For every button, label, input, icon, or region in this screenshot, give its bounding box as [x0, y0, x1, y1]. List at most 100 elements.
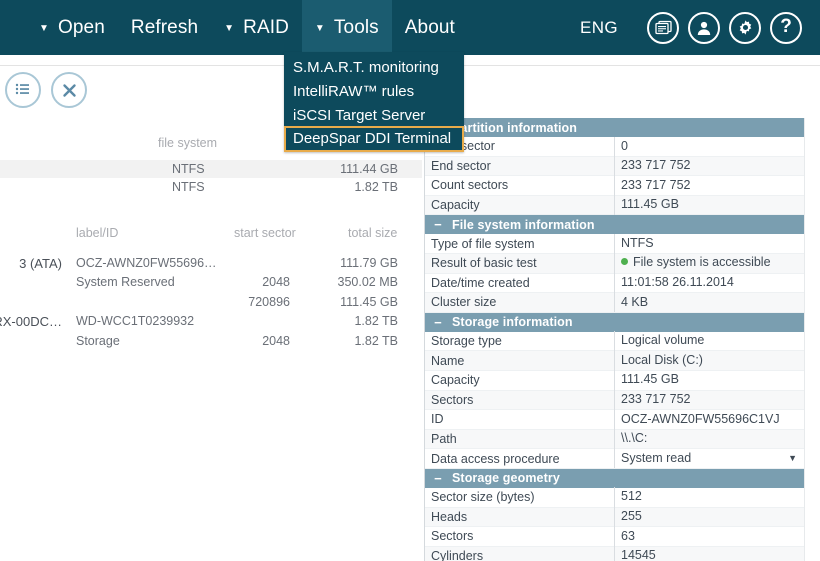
total-size-cell: 1.82 TB [354, 333, 398, 348]
left-lower-table-row[interactable]: 3 (ATA) OCZ-AWNZ0FW55696… 111.79 GB [0, 254, 422, 272]
total-size-cell: 111.79 GB [340, 256, 398, 270]
left-lower-table-row[interactable]: Storage 2048 1.82 TB [0, 332, 422, 350]
label-id-cell: Storage [76, 333, 120, 348]
property-value-cell: Logical volume [614, 331, 805, 351]
section-title: Storage information [452, 315, 573, 330]
user-account-icon[interactable] [688, 11, 720, 44]
property-row[interactable]: Storage type Logical volume [425, 331, 805, 352]
property-value: Local Disk (C:) [621, 352, 703, 367]
property-key: End sector [431, 158, 491, 173]
log-window-icon[interactable] [647, 11, 679, 44]
property-row[interactable]: End sector 233 717 752 [425, 156, 805, 177]
menu-item-refresh[interactable]: Refresh [118, 0, 211, 55]
list-view-button[interactable] [5, 72, 41, 108]
left-lower-column-header: label/ID [76, 226, 119, 240]
menu-spacer [468, 0, 580, 55]
property-row[interactable]: Name Local Disk (C:) [425, 350, 805, 371]
property-value: System read [621, 450, 692, 465]
property-row[interactable]: Sector size (bytes) 512 [425, 487, 805, 508]
property-row[interactable]: Sectors 233 717 752 [425, 390, 805, 411]
tools-menu-item-label: S.M.A.R.T. monitoring [293, 59, 439, 76]
property-row[interactable]: Data access procedure System read ▼ [425, 448, 805, 469]
property-value-cell: File system is accessible [614, 253, 805, 274]
properties-panel: −Partition informationStart sector0End s… [424, 118, 805, 561]
collapse-toggle-icon[interactable]: − [432, 316, 444, 329]
collapse-toggle-icon[interactable]: − [432, 218, 444, 231]
left-lower-table-row[interactable]: ZRX-00DC… WD-WCC1T0239932 1.82 TB [0, 312, 422, 330]
label-id-cell: System Reserved [76, 275, 175, 290]
property-key: Capacity [431, 373, 480, 388]
property-key: Date/time created [431, 275, 530, 290]
property-row[interactable]: Cylinders 14545 [425, 546, 805, 561]
tools-menu-item-1[interactable]: IntelliRAW™ rules [284, 78, 464, 102]
property-row[interactable]: Path \\.\C: [425, 429, 805, 450]
left-lower-table-row[interactable]: System Reserved 2048 350.02 MB [0, 273, 422, 291]
property-row[interactable]: Start sector0 [425, 136, 805, 157]
menu-item-label: RAID [243, 16, 289, 38]
menu-item-open[interactable]: ▼ Open [26, 0, 118, 55]
property-row[interactable]: Count sectors 233 717 752 [425, 175, 805, 196]
chevron-down-icon: ▼ [314, 22, 325, 34]
tools-menu-item-label: IntelliRAW™ rules [293, 83, 415, 100]
property-key: Name [431, 353, 465, 368]
language-selector[interactable]: ENG [580, 18, 618, 38]
property-row[interactable]: Heads 255 [425, 507, 805, 528]
device-name-cell: ZRX-00DC… [0, 314, 62, 330]
property-value: OCZ-AWNZ0FW55696C1VJ [621, 411, 780, 426]
left-lower-table-row[interactable]: 720896 111.45 GB [0, 293, 422, 311]
section-header-storage-information[interactable]: − Storage information [425, 312, 805, 332]
menu-item-tools[interactable]: ▼ Tools [301, 0, 392, 55]
total-size-cell: 1.82 TB [354, 314, 398, 329]
property-row[interactable]: Cluster size 4 KB [425, 292, 805, 313]
property-value: 512 [621, 489, 642, 504]
property-row[interactable]: Capacity 111.45 GB [425, 370, 805, 391]
chevron-down-icon: ▼ [224, 22, 235, 34]
chevron-down-icon[interactable]: ▼ [788, 449, 797, 469]
tools-menu-item-0[interactable]: S.M.A.R.T. monitoring [284, 54, 464, 78]
start-sector-cell: 2048 [262, 275, 290, 290]
tools-menu-item-3[interactable]: DeepSpar DDI Terminal [284, 126, 464, 152]
property-value-cell[interactable]: System read ▼ [614, 448, 805, 469]
section-title: File system information [452, 217, 595, 232]
property-value-cell: 233 717 752 [614, 156, 805, 176]
property-value-cell: Local Disk (C:) [614, 350, 805, 371]
property-value: File system is accessible [633, 255, 771, 270]
total-size-cell: 350.02 MB [337, 275, 398, 290]
property-key: Result of basic test [431, 256, 537, 271]
property-value: 11:01:58 26.11.2014 [621, 275, 734, 290]
property-key: Capacity [431, 198, 480, 213]
section-header-file-system-information[interactable]: − File system information [425, 215, 805, 235]
menu-item-label: Open [58, 16, 105, 38]
property-key: Cluster size [431, 295, 497, 310]
properties-panel-scrollbar[interactable] [804, 118, 820, 561]
property-row[interactable]: ID OCZ-AWNZ0FW55696C1VJ [425, 409, 805, 430]
property-value: Logical volume [621, 333, 705, 348]
left-upper-table-row[interactable]: NTFS 1.82 TB [0, 178, 422, 196]
file-system-cell: NTFS [172, 162, 205, 176]
tools-dropdown-menu[interactable]: S.M.A.R.T. monitoring IntelliRAW™ rules iS… [284, 52, 464, 152]
close-button[interactable] [51, 72, 87, 108]
label-id-cell: OCZ-AWNZ0FW55696… [76, 256, 217, 270]
menu-item-raid[interactable]: ▼ RAID [211, 0, 302, 55]
left-upper-table-row[interactable]: NTFS 111.44 GB [0, 160, 422, 178]
size-cell: 111.44 GB [340, 162, 398, 176]
property-value-cell: 512 [614, 487, 805, 507]
property-row[interactable]: Sectors 63 [425, 526, 805, 547]
property-key: Data access procedure [431, 451, 560, 466]
section-header-storage-geometry[interactable]: − Storage geometry [425, 468, 805, 488]
gear-settings-icon[interactable] [729, 11, 761, 44]
property-row[interactable]: Date/time created 11:01:58 26.11.2014 [425, 273, 805, 294]
property-row[interactable]: Capacity 111.45 GB [425, 195, 805, 216]
property-value-cell: 0 [614, 136, 805, 157]
section-header-partition-information[interactable]: −Partition information [425, 118, 805, 137]
collapse-toggle-icon[interactable]: − [432, 472, 444, 485]
help-question-icon[interactable]: ? [770, 11, 802, 44]
property-key: Path [431, 432, 457, 447]
property-row[interactable]: Type of file system NTFS [425, 233, 805, 254]
tools-menu-item-2[interactable]: iSCSI Target Server [284, 102, 464, 126]
device-name-cell: 3 (ATA) [19, 256, 62, 271]
label-id-cell: WD-WCC1T0239932 [76, 314, 195, 329]
menu-right-group: ENG ? [580, 0, 820, 55]
menu-item-about[interactable]: About [392, 0, 468, 55]
property-row[interactable]: Result of basic test File system is acces… [425, 253, 805, 274]
